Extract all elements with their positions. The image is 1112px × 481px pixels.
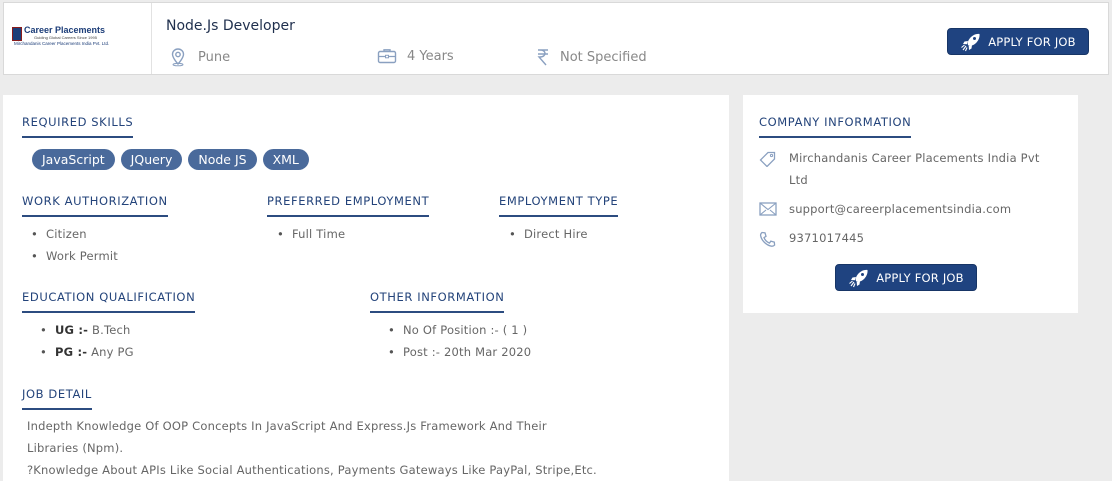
header-divider bbox=[151, 3, 152, 74]
apply-button-label: APPLY FOR JOB bbox=[988, 34, 1076, 49]
location-text: Pune bbox=[198, 49, 231, 65]
education-label: PG :- bbox=[54, 345, 88, 359]
job-header: Career Placements Guiding Global Careers… bbox=[3, 2, 1109, 75]
briefcase-icon bbox=[377, 49, 397, 64]
skill-tag[interactable]: JavaScript bbox=[32, 149, 115, 170]
other-information-heading: OTHER INFORMATION bbox=[370, 290, 505, 313]
education-value: Any PG bbox=[91, 345, 134, 359]
list-item: Direct Hire bbox=[509, 226, 588, 248]
list-item: No Of Position :- ( 1 ) bbox=[388, 322, 531, 344]
company-name-row: Mirchandanis Career Placements India Pvt… bbox=[759, 147, 1040, 191]
company-email[interactable]: support@careerplacementsindia.com bbox=[789, 198, 1011, 220]
company-logo[interactable]: Career Placements Guiding Global Careers… bbox=[12, 25, 137, 51]
education-label: UG :- bbox=[54, 323, 89, 337]
mail-icon bbox=[759, 202, 777, 216]
education-heading: EDUCATION QUALIFICATION bbox=[22, 290, 196, 313]
company-information-heading: COMPANY INFORMATION bbox=[759, 115, 912, 138]
employment-type-list: Direct Hire bbox=[509, 226, 588, 248]
job-detail-text: Indepth Knowledge Of OOP Concepts In Jav… bbox=[27, 415, 627, 481]
job-detail-line: Libraries (Npm). bbox=[27, 441, 124, 455]
logo-name: Career Placements bbox=[24, 25, 106, 35]
rupee-icon bbox=[537, 49, 548, 66]
job-detail-heading: JOB DETAIL bbox=[22, 387, 92, 410]
job-detail-line: Indepth Knowledge Of OOP Concepts In Jav… bbox=[27, 419, 547, 433]
job-detail-line: ?Knowledge About APIs Like Social Authen… bbox=[27, 463, 597, 477]
salary-text: Not Specified bbox=[560, 49, 647, 65]
company-name-line: Ltd bbox=[789, 173, 808, 187]
list-item: Full Time bbox=[277, 226, 345, 248]
education-list: UG :- B.Tech PG :- Any PG bbox=[40, 322, 134, 366]
apply-button-label: APPLY FOR JOB bbox=[876, 270, 964, 285]
list-item: Work Permit bbox=[31, 248, 118, 270]
job-title: Node.Js Developer bbox=[166, 18, 295, 34]
location-pin-icon bbox=[171, 48, 185, 67]
job-location: Pune bbox=[168, 47, 230, 67]
job-details-panel: REQUIRED SKILLS JavaScript JQuery Node JS X… bbox=[3, 95, 729, 481]
experience-text: 4 Years bbox=[407, 48, 454, 64]
rocket-icon bbox=[849, 269, 868, 287]
company-information-panel: COMPANY INFORMATION Mirchandanis Career … bbox=[743, 95, 1078, 313]
company-phone[interactable]: 9371017445 bbox=[789, 227, 864, 249]
work-authorization-list: Citizen Work Permit bbox=[31, 226, 118, 270]
logo-tagline: Guiding Global Careers Since 1995 bbox=[34, 35, 97, 40]
apply-for-job-button[interactable]: APPLY FOR JOB bbox=[947, 28, 1089, 55]
company-email-row: support@careerplacementsindia.com bbox=[759, 198, 1011, 220]
skills-list: JavaScript JQuery Node JS XML bbox=[32, 149, 315, 170]
skill-tag[interactable]: XML bbox=[262, 149, 309, 170]
company-name-line: Mirchandanis Career Placements India Pvt bbox=[789, 151, 1040, 165]
work-authorization-heading: WORK AUTHORIZATION bbox=[22, 194, 168, 217]
other-information-list: No Of Position :- ( 1 ) Post :- 20th Mar… bbox=[388, 322, 531, 366]
employment-type-heading: EMPLOYMENT TYPE bbox=[499, 194, 619, 217]
company-phone-row: 9371017445 bbox=[759, 227, 864, 249]
job-experience: 4 Years bbox=[377, 47, 454, 65]
list-item: Citizen bbox=[31, 226, 118, 248]
logo-company-line: Mirchandanis Career Placements India Pvt… bbox=[14, 41, 110, 46]
apply-for-job-button-side[interactable]: APPLY FOR JOB bbox=[835, 264, 977, 291]
list-item: Post :- 20th Mar 2020 bbox=[388, 344, 531, 366]
rocket-icon bbox=[961, 33, 980, 51]
skill-tag[interactable]: Node JS bbox=[188, 149, 257, 170]
tag-icon bbox=[759, 151, 776, 167]
company-name: Mirchandanis Career Placements India Pvt… bbox=[789, 147, 1040, 191]
list-item: PG :- Any PG bbox=[40, 344, 134, 366]
phone-icon bbox=[759, 231, 776, 247]
preferred-employment-heading: PREFERRED EMPLOYMENT bbox=[267, 194, 430, 217]
skill-tag[interactable]: JQuery bbox=[120, 149, 183, 170]
preferred-employment-list: Full Time bbox=[277, 226, 345, 248]
education-value: B.Tech bbox=[92, 323, 131, 337]
list-item: UG :- B.Tech bbox=[40, 322, 134, 344]
logo-mark bbox=[12, 27, 22, 41]
required-skills-heading: REQUIRED SKILLS bbox=[22, 115, 134, 138]
job-salary: Not Specified bbox=[536, 47, 647, 67]
